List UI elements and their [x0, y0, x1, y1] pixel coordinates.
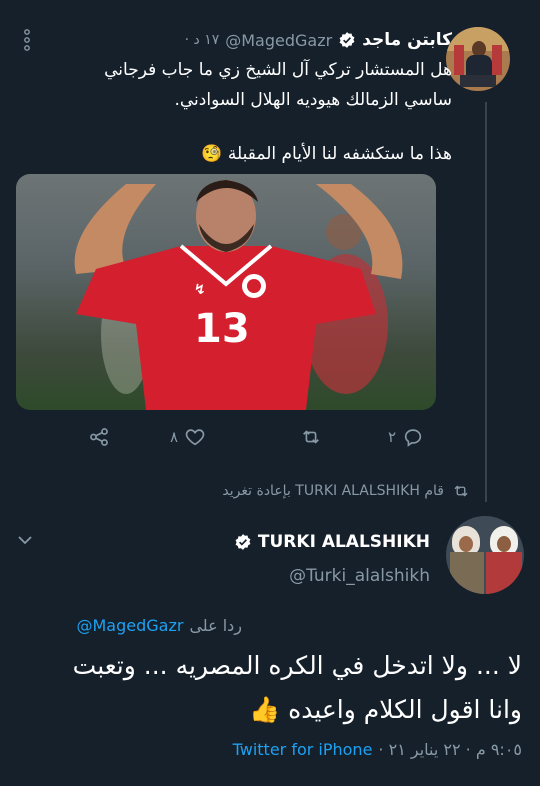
parent-tweet-text-line3: هذا ما ستكشفه لنا الأيام المقبلة 🧐: [201, 140, 452, 168]
retweet-button[interactable]: [300, 426, 322, 448]
main-author-row: TURKI ALALSHIKH: [234, 532, 430, 552]
parent-author-name[interactable]: كابتن ماجد: [362, 30, 452, 50]
share-icon: [90, 428, 108, 446]
thread-line: [485, 102, 487, 502]
parent-tweet-text-line3-content: هذا ما ستكشفه لنا الأيام المقبلة: [227, 144, 452, 164]
retweet-notice-text[interactable]: قام TURKI ALALSHIKH بإعادة تغريد: [222, 483, 444, 499]
reply-button[interactable]: ٢: [388, 426, 424, 448]
main-tweet-text-line2-content: وانا اقول الكلام واعيده: [288, 695, 522, 724]
reply-icon: [404, 429, 422, 447]
tweet-timestamp[interactable]: ٩:٠٥ م · ٢٢ يناير ٢١ ·: [378, 740, 522, 759]
main-tweet-text-line2: وانا اقول الكلام واعيده 👍: [249, 690, 522, 730]
reply-count: ٢: [388, 428, 397, 446]
jersey-number: 13: [194, 306, 250, 352]
main-tweet-text-line1: لا ... ولا اتدخل في الكره المصريه ... وت…: [72, 651, 522, 680]
main-handle[interactable]: @Turki_alalshikh: [289, 566, 430, 586]
parent-tweet-text-line1: هل المستشار تركي آل الشيخ زي ما جاب فرجا…: [104, 60, 452, 80]
main-author-name[interactable]: TURKI ALALSHIKH: [258, 532, 430, 552]
main-avatar[interactable]: [446, 516, 524, 594]
retweet-icon: [303, 430, 319, 444]
main-tweet-more-icon[interactable]: [14, 532, 36, 548]
player-photo-graphic: ↯ 13: [74, 180, 403, 410]
retweet-notice-icon: [454, 485, 468, 497]
parent-tweet-more-icon[interactable]: [22, 28, 32, 52]
reply-to-line: ردا على @MagedGazr: [76, 616, 242, 635]
verified-icon: [234, 533, 252, 551]
tweet-image[interactable]: ↯ 13: [16, 174, 436, 410]
reply-to-handle[interactable]: @MagedGazr: [76, 616, 183, 635]
like-count: ٨: [170, 428, 179, 446]
reply-to-prefix: ردا على: [189, 616, 242, 635]
parent-tweet-header: كابتن ماجد @MagedGazr · ١٧ د: [185, 28, 452, 52]
tweet-source[interactable]: Twitter for iPhone: [233, 740, 373, 759]
verified-icon: [338, 31, 356, 49]
parent-handle[interactable]: @MagedGazr: [225, 31, 332, 50]
parent-time: · ١٧ د: [184, 32, 220, 48]
thumbs-up-emoji-icon: 👍: [249, 695, 281, 724]
monocle-emoji-icon: 🧐: [201, 144, 223, 164]
parent-avatar[interactable]: [446, 27, 510, 99]
retweet-notice: قام TURKI ALALSHIKH بإعادة تغريد: [222, 482, 470, 500]
like-button[interactable]: ٨: [170, 426, 206, 448]
share-button[interactable]: [88, 426, 110, 448]
tweet-meta: ٩:٠٥ م · ٢٢ يناير ٢١ · Twitter for iPhon…: [233, 740, 522, 759]
svg-text:↯: ↯: [194, 282, 206, 298]
parent-tweet-text-line2: ساسي الزمالك هيوديه الهلال السوادني.: [174, 90, 452, 110]
heart-icon: [185, 429, 205, 446]
